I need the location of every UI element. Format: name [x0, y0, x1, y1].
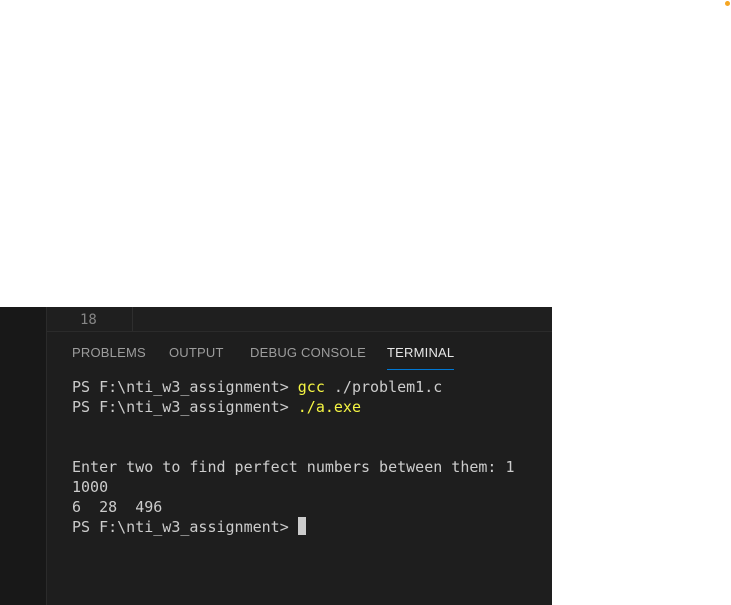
- line-number: 18: [80, 312, 97, 328]
- terminal-line: Enter two to find perfect numbers betwee…: [72, 458, 515, 476]
- gutter-separator: [132, 307, 133, 331]
- notification-dot: [725, 1, 730, 6]
- command: gcc: [297, 378, 325, 396]
- command: ./a.exe: [297, 398, 361, 416]
- terminal-line: 6 28 496: [72, 498, 163, 516]
- editor-line: 18: [47, 307, 552, 332]
- vscode-window: 18 PROBLEMS OUTPUT DEBUG CONSOLE TERMINA…: [0, 307, 552, 605]
- tab-problems[interactable]: PROBLEMS: [72, 345, 146, 360]
- tab-terminal[interactable]: TERMINAL: [387, 345, 455, 370]
- terminal-line: PS F:\nti_w3_assignment> gcc ./problem1.…: [72, 377, 515, 397]
- prompt: PS F:\nti_w3_assignment>: [72, 518, 298, 536]
- panel-tabs: PROBLEMS OUTPUT DEBUG CONSOLE TERMINAL: [47, 345, 552, 373]
- terminal-line: PS F:\nti_w3_assignment>: [72, 517, 515, 537]
- terminal-line: PS F:\nti_w3_assignment> ./a.exe: [72, 397, 515, 417]
- terminal-line: 1000: [72, 478, 109, 496]
- tab-output[interactable]: OUTPUT: [169, 345, 224, 360]
- prompt: PS F:\nti_w3_assignment>: [72, 398, 298, 416]
- tab-debug-console[interactable]: DEBUG CONSOLE: [250, 345, 366, 360]
- terminal-cursor: [297, 517, 306, 535]
- activity-bar: [0, 307, 47, 605]
- command-args: ./problem1.c: [324, 378, 443, 396]
- terminal-output[interactable]: PS F:\nti_w3_assignment> gcc ./problem1.…: [72, 377, 515, 537]
- prompt: PS F:\nti_w3_assignment>: [72, 378, 298, 396]
